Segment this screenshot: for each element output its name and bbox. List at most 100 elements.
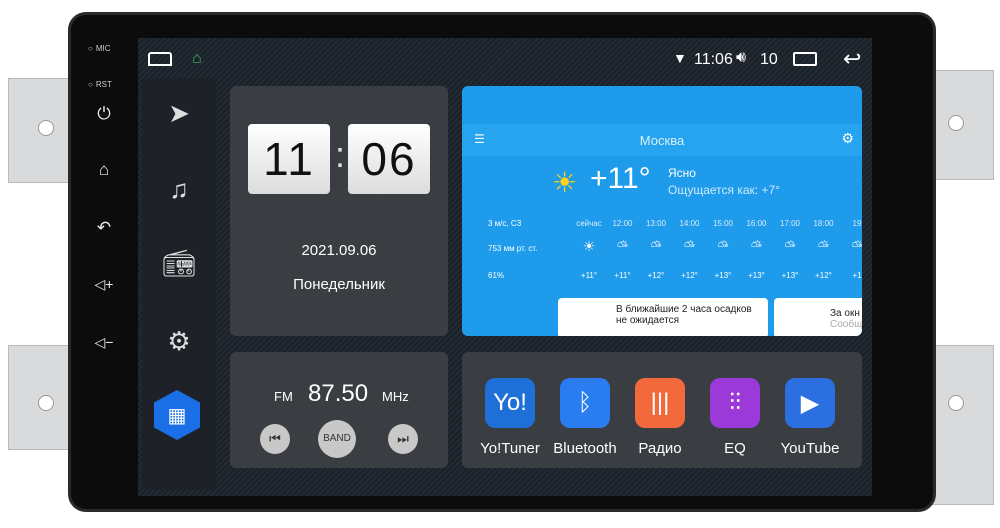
- next-station-icon[interactable]: ⏭: [388, 424, 418, 454]
- partly-cloudy-icon: ⛅︎: [851, 238, 862, 254]
- app-label: Yo!Tuner: [480, 440, 540, 457]
- volume-icon[interactable]: 🔊︎: [736, 49, 746, 67]
- app-bluetooth[interactable]: ᛒ Bluetooth: [545, 378, 625, 457]
- power-icon[interactable]: ⏻: [92, 104, 116, 124]
- frequency: 87.50: [308, 380, 369, 407]
- current-temperature: +11°: [590, 162, 651, 195]
- apps-grid-button[interactable]: ▦: [154, 390, 200, 440]
- yotuner-icon: Yo!: [485, 378, 535, 428]
- screw-hole: [38, 395, 54, 411]
- partly-cloudy-icon: ⛅︎: [717, 238, 729, 254]
- launcher-home-icon[interactable]: ⌂: [192, 50, 202, 68]
- forecast-hour: сейчас: [576, 219, 602, 228]
- rst-label: RST: [95, 80, 112, 89]
- app-youtube[interactable]: ▶ YouTube: [770, 378, 850, 457]
- forecast-temp: +13°: [748, 271, 765, 280]
- volume-up-icon[interactable]: ◁+: [92, 276, 116, 293]
- sun-icon: ☀: [552, 167, 578, 198]
- condition: Ясно: [668, 166, 696, 180]
- forecast-temp: +13°: [781, 271, 799, 280]
- frequency-unit: MHz: [382, 389, 409, 404]
- forecast-temp: +12°: [815, 271, 832, 280]
- volume-level: 10: [760, 51, 778, 68]
- home-outline-icon[interactable]: [148, 52, 172, 66]
- music-icon[interactable]: ♫: [142, 174, 216, 205]
- partly-cloudy-icon: ⛅︎: [616, 238, 629, 254]
- forecast-hour: 13:00: [645, 219, 667, 228]
- clock-separator: :: [334, 134, 345, 175]
- forecast-hour: 14:00: [679, 219, 700, 228]
- app-yotuner[interactable]: Yo! Yo!Tuner: [470, 378, 550, 457]
- radio-widget[interactable]: FM 87.50 MHz ⏮ BAND ⏭: [230, 352, 448, 468]
- forecast-hour: 16:00: [746, 219, 767, 228]
- previous-station-icon[interactable]: ⏮: [260, 424, 290, 454]
- status-bar: ⌂ ▼ 11:06 🔊︎ 10 ↩: [138, 38, 872, 78]
- screw-hole: [38, 120, 54, 136]
- volume-down-icon[interactable]: ◁−: [92, 334, 116, 351]
- precipitation-card[interactable]: В ближайшие 2 часа осадков не ожидается: [558, 298, 768, 336]
- forecast-hour: 12:00: [612, 219, 633, 228]
- youtube-icon: ▶: [785, 378, 835, 428]
- pressure: 753 мм рт. ст.: [488, 244, 538, 253]
- screw-hole: [948, 395, 964, 411]
- reset-button[interactable]: ○ RST: [88, 80, 112, 89]
- forecast-hour: 18:00: [813, 219, 834, 228]
- city-name: Москва: [639, 133, 685, 148]
- partly-cloudy-icon: ⛅︎: [750, 238, 763, 254]
- weather-header: ☰ Москва ⚙: [462, 124, 862, 156]
- clock-minute: 06: [348, 124, 430, 194]
- app-label: YouTube: [780, 440, 840, 457]
- date: 2021.09.06: [301, 242, 377, 259]
- settings-icon[interactable]: ⚙: [142, 326, 216, 357]
- recent-apps-icon[interactable]: [793, 52, 817, 66]
- forecast-hour: 19: [852, 219, 862, 228]
- band-label: FM: [274, 389, 293, 404]
- clock-widget[interactable]: 11 : 06 2021.09.06 Понедельник: [230, 86, 448, 336]
- mount-bracket-right-lower: [932, 345, 994, 505]
- navigation-icon[interactable]: ➤: [142, 98, 216, 129]
- weekday: Понедельник: [293, 276, 385, 293]
- partly-cloudy-icon: ⛅︎: [650, 238, 662, 254]
- home-hw-icon[interactable]: ⌂: [92, 160, 116, 180]
- weather-widget[interactable]: ☰ Москва ⚙ ☀ +11° Ясно Ощущается как: +7…: [462, 86, 862, 336]
- window-card-sub: Сообщ: [830, 319, 862, 330]
- band-button[interactable]: BAND: [318, 420, 356, 458]
- back-hw-icon[interactable]: ↶: [92, 218, 116, 238]
- mic-label: MIC: [95, 44, 111, 53]
- partly-cloudy-icon: ⛅︎: [817, 238, 830, 254]
- radio-icon: |||: [635, 378, 685, 428]
- forecast-temp: +12°: [681, 271, 698, 280]
- clock-hour: 11: [248, 124, 330, 194]
- wind: 3 м/с, СЗ: [488, 219, 522, 228]
- bluetooth-icon: ᛒ: [560, 378, 610, 428]
- mic-indicator: ○ MIC: [88, 44, 111, 53]
- radio-icon[interactable]: 📻︎: [142, 248, 216, 279]
- back-icon[interactable]: ↩: [843, 46, 861, 72]
- forecast-temp: +11°: [580, 271, 598, 280]
- weather-settings-icon[interactable]: ⚙: [841, 130, 854, 147]
- wifi-icon: ▼: [673, 50, 687, 66]
- forecast-hour: 15:00: [712, 219, 734, 228]
- window-card[interactable]: За окн Сообщ: [774, 298, 862, 336]
- humidity: 61%: [488, 271, 505, 280]
- app-label: Bluetooth: [553, 440, 617, 457]
- screen: ⌂ ▼ 11:06 🔊︎ 10 ↩ ➤ ♫ 📻︎ ⚙ ▦ 11 : 06 202…: [138, 38, 872, 496]
- sun-icon: ☀: [582, 238, 596, 254]
- sidebar: ➤ ♫ 📻︎ ⚙ ▦: [142, 78, 216, 490]
- app-label: Радио: [638, 440, 682, 457]
- app-radio[interactable]: ||| Радио: [620, 378, 700, 457]
- forecast-temp: +12°: [647, 271, 665, 280]
- status-time: 11:06: [694, 51, 733, 68]
- feels-like: Ощущается как: +7°: [668, 183, 780, 197]
- app-dock: Yo! Yo!Tuner ᛒ Bluetooth ||| Радио ⫶⫶ EQ ▶ YouTub…: [462, 352, 862, 468]
- forecast-hour: 17:00: [779, 219, 801, 228]
- forecast-temp: +13°: [714, 271, 732, 280]
- screw-hole: [948, 115, 964, 131]
- window-card-title: За окн: [830, 308, 860, 319]
- eq-icon: ⫶⫶: [710, 378, 760, 428]
- partly-cloudy-icon: ⛅︎: [683, 238, 696, 254]
- partly-cloudy-icon: ⛅︎: [784, 238, 796, 254]
- app-eq[interactable]: ⫶⫶ EQ: [695, 378, 775, 457]
- forecast-temp: +1: [852, 271, 862, 280]
- forecast-temp: +11°: [614, 271, 631, 280]
